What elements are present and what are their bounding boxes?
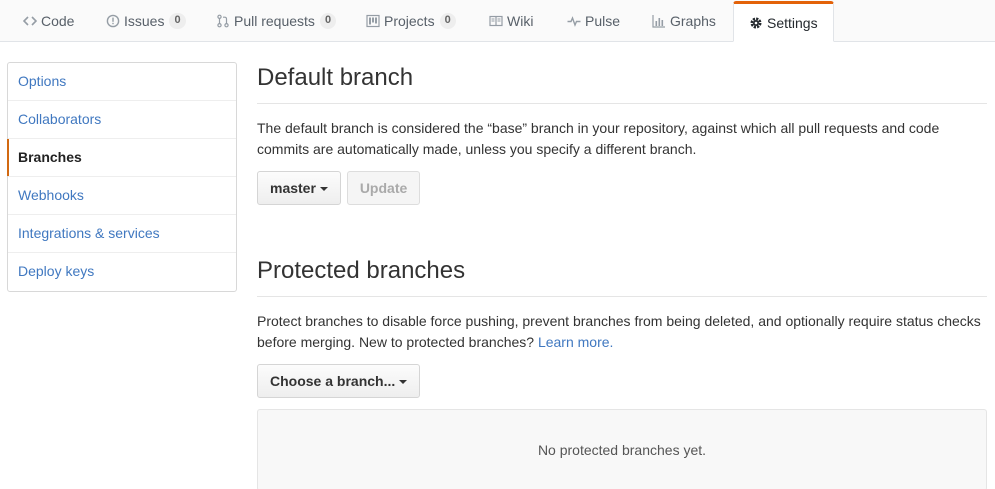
protected-branches-text: Protect branches to disable force pushin… xyxy=(257,313,981,350)
tab-label: Projects xyxy=(384,13,435,29)
tab-label: Pulse xyxy=(585,13,621,29)
main-content: Default branch The default branch is con… xyxy=(257,62,987,489)
project-icon xyxy=(366,14,380,28)
graph-icon xyxy=(652,14,666,28)
protected-branches-heading: Protected branches xyxy=(257,255,987,297)
tab-wiki[interactable]: Wiki xyxy=(489,0,533,42)
protected-branches-section: Protected branches Protect branches to d… xyxy=(257,255,987,489)
empty-state: No protected branches yet. xyxy=(257,409,987,489)
choose-branch-label: Choose a branch... xyxy=(270,373,396,389)
git-pull-request-icon xyxy=(216,14,230,28)
settings-menu: Options Collaborators Branches Webhooks … xyxy=(7,62,237,292)
tab-issues[interactable]: Issues 0 xyxy=(106,0,186,42)
gear-icon xyxy=(749,16,763,30)
default-branch-description: The default branch is considered the “ba… xyxy=(257,120,940,157)
protected-branches-description: Protect branches to disable force pushin… xyxy=(257,311,987,353)
pulse-icon xyxy=(567,14,581,28)
protected-branches-actions: Choose a branch... xyxy=(257,364,987,398)
code-icon xyxy=(23,14,37,28)
caret-down-icon xyxy=(319,187,328,192)
tab-label: Code xyxy=(41,13,75,29)
branch-select-label: master xyxy=(270,180,316,196)
issues-counter: 0 xyxy=(169,13,186,29)
tab-projects[interactable]: Projects 0 xyxy=(366,0,456,42)
tab-label: Settings xyxy=(767,14,818,31)
repo-nav: Code Issues 0 Pull requests 0 Projects 0… xyxy=(0,0,995,42)
tab-label: Graphs xyxy=(670,13,716,29)
caret-down-icon xyxy=(399,380,408,385)
tab-pulse[interactable]: Pulse xyxy=(567,0,620,42)
sidebar-item-options[interactable]: Options xyxy=(8,63,236,101)
default-branch-section: Default branch The default branch is con… xyxy=(257,62,987,205)
tab-settings[interactable]: Settings xyxy=(733,1,834,42)
book-icon xyxy=(489,14,503,28)
tab-graphs[interactable]: Graphs xyxy=(652,0,716,42)
tab-pull-requests[interactable]: Pull requests 0 xyxy=(216,0,337,42)
tab-label: Pull requests xyxy=(234,13,315,29)
sidebar-item-branches[interactable]: Branches xyxy=(7,139,236,177)
learn-more-link[interactable]: Learn more. xyxy=(538,334,613,350)
choose-branch-button[interactable]: Choose a branch... xyxy=(257,364,421,398)
tab-code[interactable]: Code xyxy=(23,0,74,42)
sidebar-item-integrations[interactable]: Integrations & services xyxy=(8,215,236,253)
tab-label: Wiki xyxy=(507,13,534,29)
pull-requests-counter: 0 xyxy=(319,13,337,29)
empty-state-message: No protected branches yet. xyxy=(537,442,707,458)
default-branch-heading: Default branch xyxy=(257,62,987,104)
sidebar-item-collaborators[interactable]: Collaborators xyxy=(8,101,236,139)
tab-label: Issues xyxy=(124,13,165,29)
default-branch-actions: master Update xyxy=(257,171,987,205)
update-button[interactable]: Update xyxy=(346,171,421,205)
sidebar-item-deploy-keys[interactable]: Deploy keys xyxy=(8,253,236,291)
sidebar-item-webhooks[interactable]: Webhooks xyxy=(8,177,236,215)
issue-opened-icon xyxy=(106,14,120,28)
projects-counter: 0 xyxy=(439,13,456,29)
branch-select-button[interactable]: master xyxy=(257,171,341,205)
